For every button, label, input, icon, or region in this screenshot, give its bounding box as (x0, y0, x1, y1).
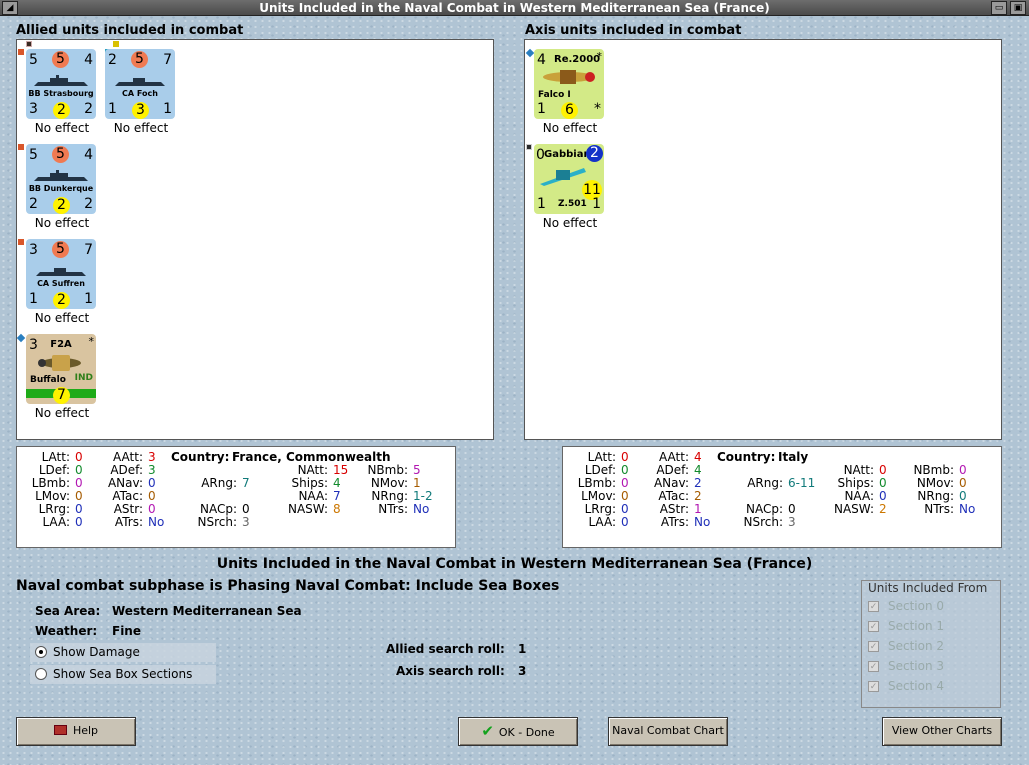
axis-search-roll-value: 3 (518, 664, 527, 678)
combat-result-label: No effect (542, 216, 598, 230)
combat-heading: Units Included in the Naval Combat in We… (216, 556, 813, 572)
unit-marker-icon (525, 48, 535, 58)
fighter-plane-icon (38, 355, 81, 371)
naval-combat-chart-button[interactable]: Naval Combat Chart (608, 717, 728, 746)
ok-done-button[interactable]: ✔ OK - Done (458, 717, 578, 746)
show-sections-option[interactable]: Show Sea Box Sections (30, 665, 216, 684)
unit-counter-z501-gabbiano[interactable]: 0 Gabbiano 2 Z.501 1 11 1 (534, 144, 604, 214)
combat-result-label: No effect (34, 406, 90, 420)
unit-marker-icon (113, 41, 119, 47)
combat-result-label: No effect (113, 121, 169, 135)
allied-units-header: Allied units included in combat (16, 23, 244, 38)
unit-marker-icon (18, 239, 24, 245)
units-included-from-box: Units Included From ✓ Section 0 ✓ Section … (861, 580, 1001, 708)
checkmark-icon: ✔ (481, 722, 494, 740)
weather-label: Weather: (35, 624, 98, 638)
axis-units-header: Axis units included in combat (525, 23, 742, 38)
battleship-icon (34, 170, 88, 181)
book-icon (53, 725, 67, 735)
unit-counter-f2a-buffalo[interactable]: 3 F2A * Buffalo IND 7 (26, 334, 96, 404)
country-value: Italy (778, 450, 809, 464)
attack-circle: 5 (131, 51, 148, 68)
axis-stats-box: LAtt: 0 LDef: 0 LBmb: 0 LMov: 0 LRrg: 0 LAA: 0… (562, 446, 1002, 548)
defense-circle: 2 (53, 197, 70, 214)
combat-result-label: No effect (542, 121, 598, 135)
attack-circle: 5 (52, 51, 69, 68)
unit-counter-bb-dunkerque[interactable]: 5 5 4 BB Dunkerque 2 2 2 (26, 144, 96, 214)
unit-counter-re2000-falco[interactable]: 4 Re.2000 * Falco I 1 6 * (534, 49, 604, 119)
allied-search-roll-label: Allied search roll: (386, 642, 505, 656)
defense-circle: 7 (53, 387, 70, 404)
defense-circle: 6 (561, 102, 578, 119)
sea-area-label: Sea Area: (35, 604, 101, 618)
help-button[interactable]: Help (16, 717, 136, 746)
axis-search-roll-label: Axis search roll: (396, 664, 505, 678)
combat-result-label: No effect (34, 121, 90, 135)
range-circle: 2 (586, 145, 603, 162)
allied-search-roll-value: 1 (518, 642, 527, 656)
axis-units-panel: 4 Re.2000 * Falco I 1 6 * No effect 0 Ga… (524, 39, 1002, 440)
radio-selected[interactable] (35, 646, 47, 658)
unit-marker-icon (526, 144, 532, 150)
cruiser-icon (115, 78, 165, 86)
unit-counter-ca-suffren[interactable]: 3 5 7 CA Suffren 1 2 1 (26, 239, 96, 309)
battleship-icon (34, 75, 88, 86)
fighter-plane-icon (543, 70, 595, 84)
combat-result-label: No effect (34, 311, 90, 325)
show-damage-option[interactable]: Show Damage (30, 643, 216, 662)
unit-counter-ca-foch[interactable]: 2 5 7 CA Foch 1 3 1 (105, 49, 175, 119)
unit-marker-icon (18, 144, 24, 150)
minimize-button[interactable]: ▭ (991, 1, 1007, 15)
close-button[interactable]: ▣ (1010, 1, 1026, 15)
defense-circle: 3 (132, 102, 149, 119)
allied-stats-box: LAtt: 0 LDef: 0 LBmb: 0 LMov: 0 LRrg: 0 LAA: 0… (16, 446, 456, 548)
cruiser-icon (36, 268, 86, 276)
attack-circle: 5 (52, 241, 69, 258)
defense-circle: 2 (53, 292, 70, 309)
unit-counter-bb-strasbourg[interactable]: 5 5 4 BB Strasbourg 3 2 2 (26, 49, 96, 119)
unit-marker-icon (18, 49, 24, 55)
defense-circle: 2 (53, 102, 70, 119)
weather-value: Fine (112, 624, 141, 638)
view-other-charts-button[interactable]: View Other Charts (882, 717, 1002, 746)
window-title: Units Included in the Naval Combat in We… (259, 1, 770, 15)
subphase-text: Naval combat subphase is Phasing Naval C… (16, 578, 560, 594)
unit-marker-icon (16, 333, 26, 343)
seaplane-icon (540, 168, 586, 186)
sea-area-value: Western Mediterranean Sea (112, 604, 302, 618)
country-value: France, Commonwealth (232, 450, 391, 464)
attack-circle: 5 (52, 146, 69, 163)
allied-units-panel: 5 5 4 BB Strasbourg 3 2 2 No effect 2 5 … (16, 39, 494, 440)
radio-unselected[interactable] (35, 668, 47, 680)
unit-marker-icon (26, 41, 32, 47)
combat-result-label: No effect (34, 216, 90, 230)
